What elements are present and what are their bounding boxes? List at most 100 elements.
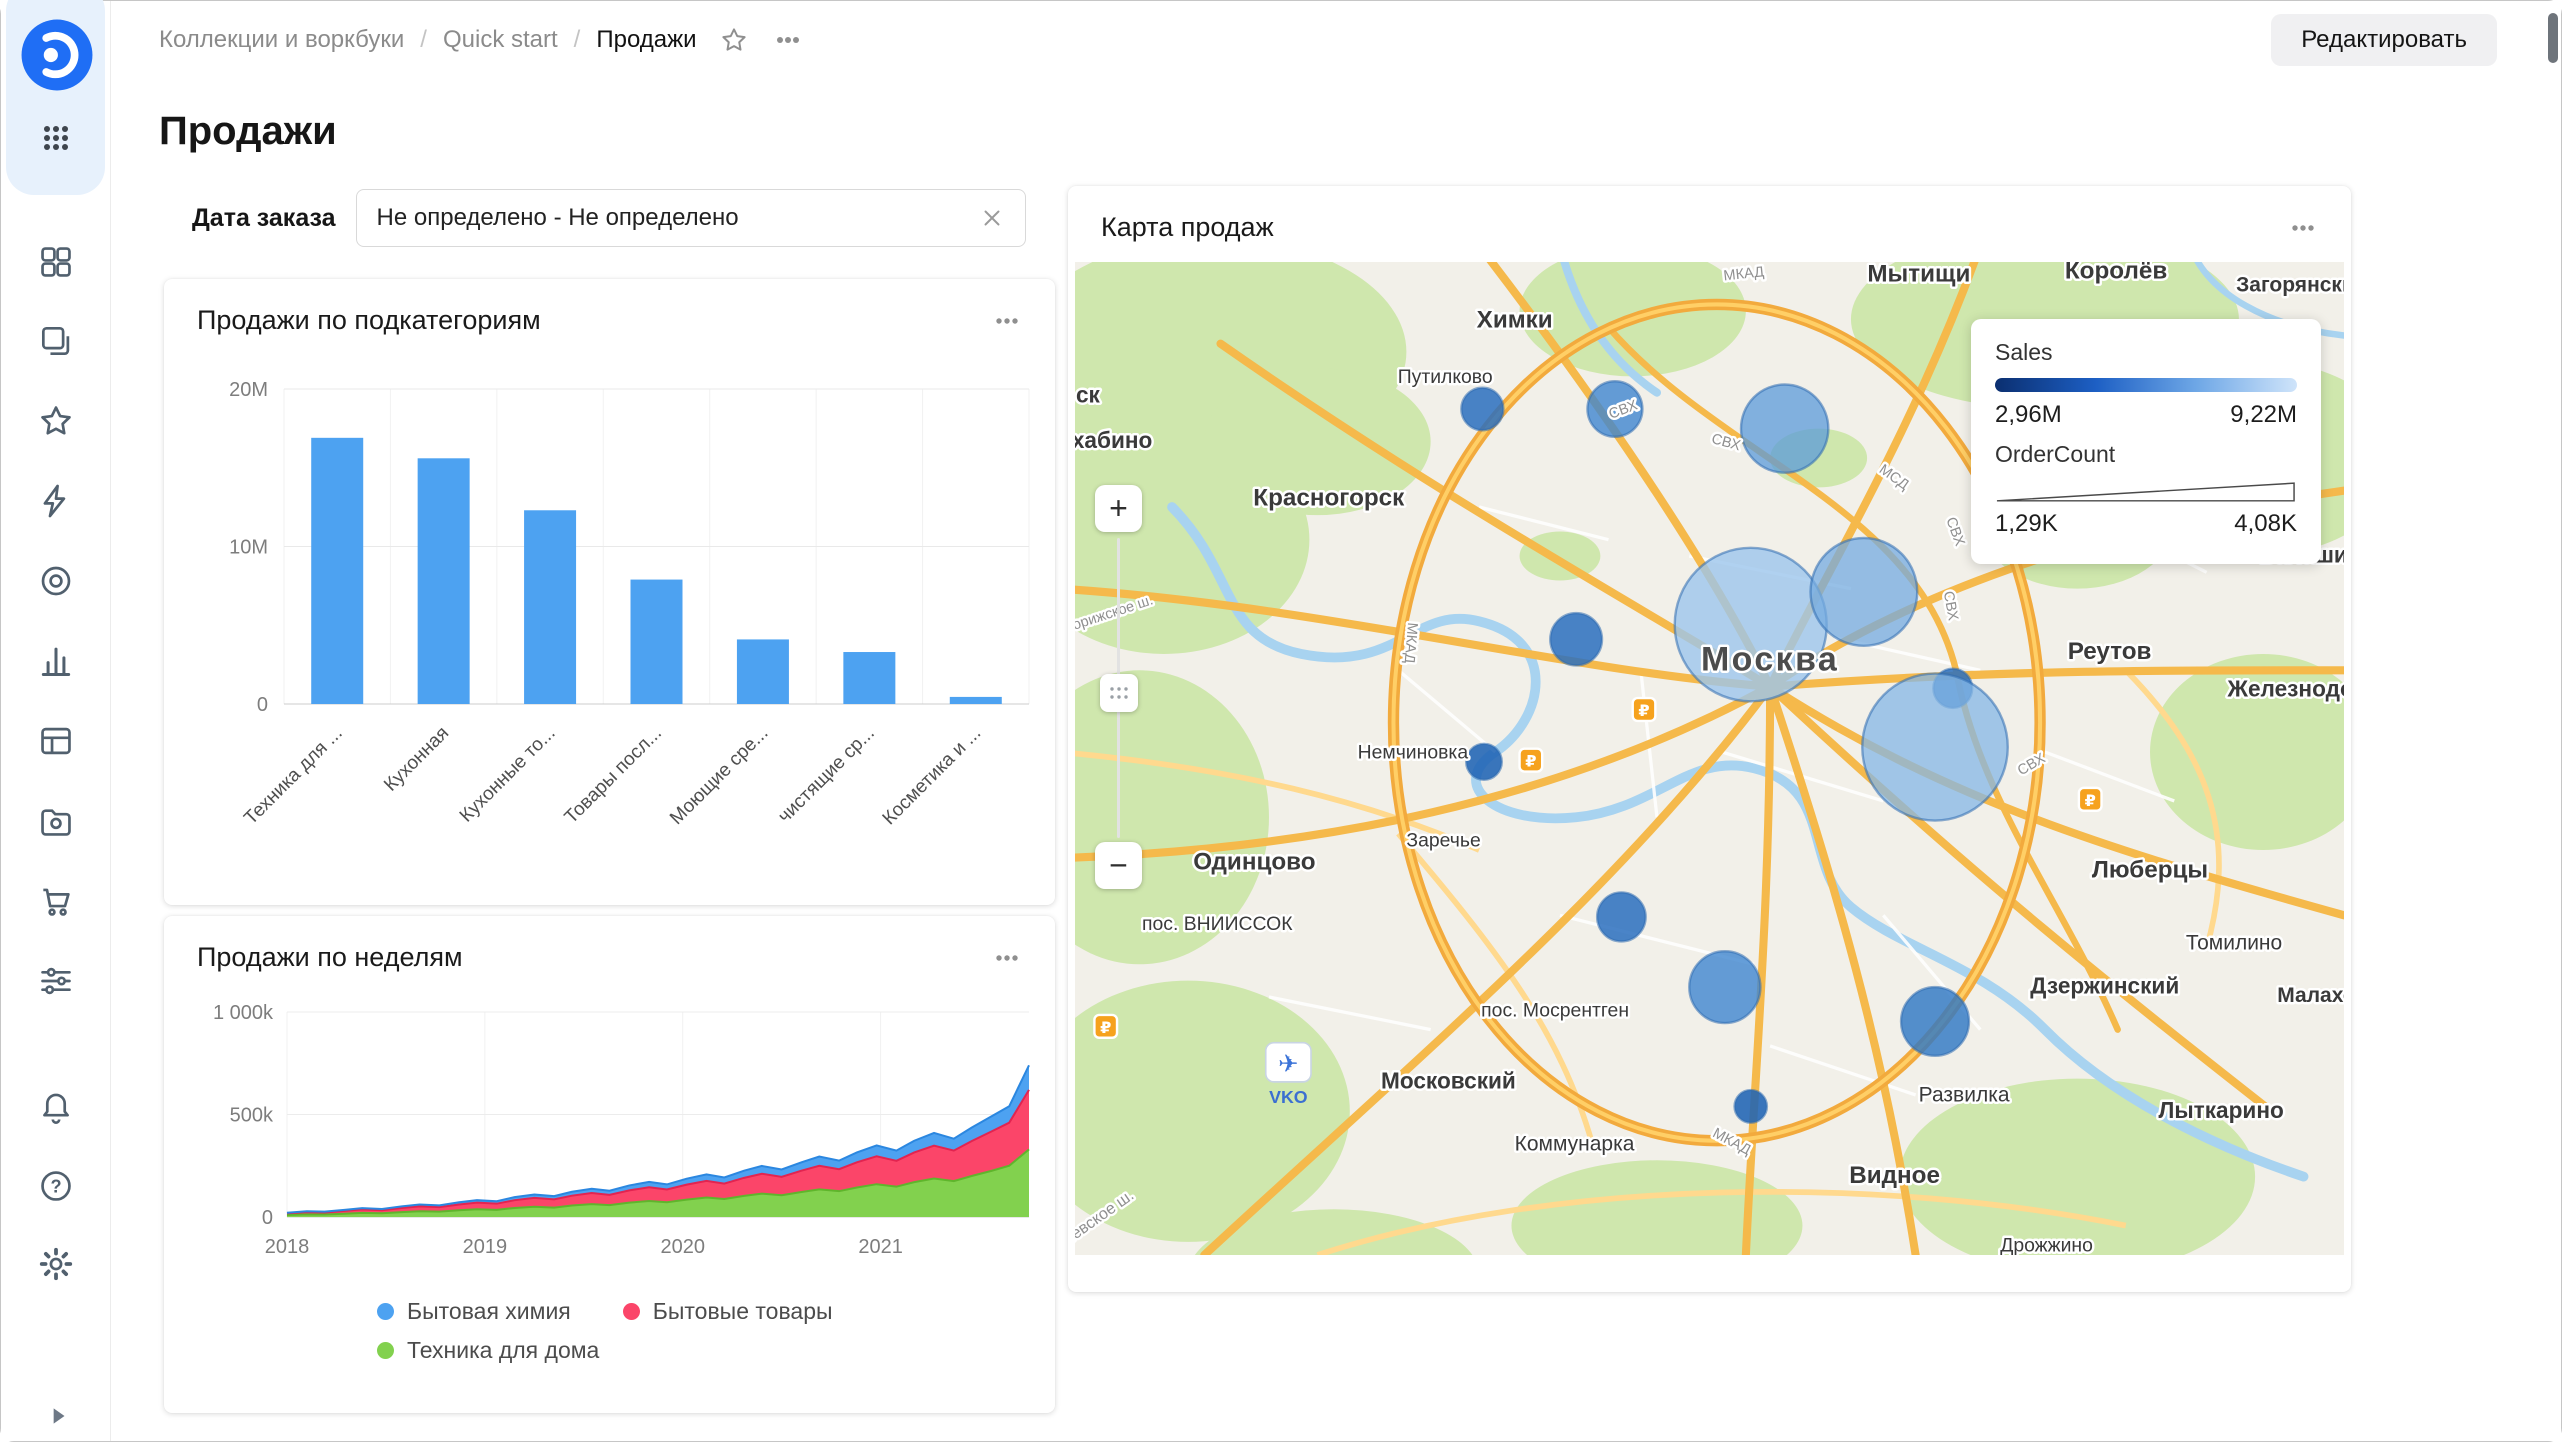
- map-place-label: Железнодо: [2227, 675, 2344, 701]
- sidebar-icon-charts[interactable]: [37, 642, 75, 680]
- bar[interactable]: [311, 438, 363, 704]
- map-place-label: Развилка: [1919, 1083, 2010, 1106]
- dashboard-content: Продажи Дата заказа Не определено - Не о…: [111, 79, 2561, 1441]
- widget-title: Продажи по неделям: [197, 942, 463, 973]
- map-bubble[interactable]: [1689, 951, 1760, 1023]
- sales-legend-label: Sales: [1995, 339, 2297, 366]
- ordercount-legend-label: OrderCount: [1995, 441, 2297, 468]
- widget-menu-icon[interactable]: [992, 308, 1022, 334]
- map-bubble[interactable]: [1901, 987, 1969, 1056]
- bar[interactable]: [950, 697, 1002, 704]
- map-place-label: Дрожжино: [2000, 1235, 2093, 1255]
- svg-text:₽: ₽: [2085, 792, 2096, 810]
- map-bubble[interactable]: [1597, 892, 1645, 941]
- map-place-label: Томилино: [2186, 931, 2282, 954]
- bar[interactable]: [737, 639, 789, 704]
- widget-menu-icon[interactable]: [2288, 215, 2318, 241]
- breadcrumb: Коллекции и воркбуки / Quick start / Про…: [159, 26, 697, 54]
- zoom-out-button[interactable]: −: [1095, 842, 1142, 889]
- bar-category-label: Кухонная: [380, 723, 453, 796]
- edit-button[interactable]: Редактировать: [2271, 14, 2497, 66]
- map-place-label: Коммунарка: [1515, 1132, 1635, 1155]
- date-filter-input[interactable]: Не определено - Не определено: [356, 189, 1026, 247]
- widget-title: Карта продаж: [1101, 212, 1274, 243]
- map-place-label: Немчиновка: [1358, 741, 1469, 763]
- bar-category-label: Кухонные то...: [456, 723, 560, 827]
- zoom-in-button[interactable]: +: [1095, 485, 1142, 532]
- map-canvas[interactable]: ₽₽₽₽✈VKOМытищиКоролёвЗагорянскиМКАДХимки…: [1075, 262, 2344, 1255]
- bar[interactable]: [524, 510, 576, 704]
- more-menu-icon[interactable]: [771, 25, 805, 55]
- sidebar-icon-services[interactable]: [37, 962, 75, 1000]
- widget-title: Продажи по подкатегориям: [197, 305, 541, 336]
- svg-text:VKO: VKO: [1269, 1087, 1308, 1107]
- sidebar-icon-favorites[interactable]: [37, 402, 75, 440]
- zoom-handle[interactable]: [1100, 674, 1138, 712]
- sidebar-icon-datasets[interactable]: [37, 722, 75, 760]
- widget-menu-icon[interactable]: [992, 945, 1022, 971]
- airport-marker-vko[interactable]: ✈VKO: [1266, 1043, 1311, 1107]
- map-place-label: Путилково: [1398, 366, 1493, 388]
- map-place-label: Реутов: [2068, 638, 2152, 665]
- map-place-label: Видное: [1849, 1162, 1940, 1189]
- favorite-star-icon[interactable]: [719, 25, 749, 55]
- map-bubble[interactable]: [1735, 1090, 1767, 1123]
- sidebar-collapse-button[interactable]: [45, 1403, 71, 1429]
- map-bubble[interactable]: [1550, 613, 1602, 665]
- sidebar-icon-collections[interactable]: [37, 243, 75, 281]
- sidebar-icon-settings[interactable]: [37, 1245, 75, 1283]
- sidebar-icon-storage[interactable]: [37, 802, 75, 840]
- sidebar-icon-help[interactable]: ?: [37, 1167, 75, 1205]
- ordercount-max: 4,08K: [2234, 510, 2297, 538]
- bar[interactable]: [843, 652, 895, 704]
- breadcrumb-separator: /: [420, 26, 427, 54]
- sales-min: 2,96M: [1995, 401, 2062, 429]
- breadcrumb-workbook[interactable]: Quick start: [443, 26, 558, 54]
- svg-text:2018: 2018: [265, 1236, 310, 1258]
- bar-category-label: Товары посл...: [561, 723, 666, 828]
- map-place-label: Заречье: [1406, 830, 1480, 852]
- datalens-logo[interactable]: [20, 18, 94, 92]
- page-title: Продажи: [159, 109, 337, 154]
- bar-category-label: Моющие сре...: [666, 723, 772, 829]
- map-bubble[interactable]: [1862, 674, 2007, 821]
- bar[interactable]: [418, 458, 470, 704]
- sidebar-icon-notifications[interactable]: [37, 1087, 75, 1125]
- sidebar-icon-workbooks[interactable]: [37, 322, 75, 360]
- svg-text:0: 0: [257, 694, 268, 716]
- map-place-label: пос. ВНИИССОК: [1142, 913, 1293, 935]
- svg-text:₽: ₽: [1638, 702, 1649, 720]
- apps-grid-icon[interactable]: [38, 120, 74, 156]
- scrollbar-thumb[interactable]: [2548, 13, 2558, 63]
- map-bubble[interactable]: [1741, 384, 1828, 472]
- map-bubble[interactable]: [1811, 538, 1918, 646]
- widget-sales-by-subcategory: Продажи по подкатегориям 010M20MТехника …: [164, 279, 1055, 905]
- map-legend: Sales 2,96M 9,22M OrderCount 1,29K 4,08K: [1971, 319, 2321, 564]
- sidebar: ?: [1, 1, 111, 1441]
- sidebar-icon-connections[interactable]: [37, 562, 75, 600]
- legend-dot: [377, 1342, 394, 1359]
- svg-text:0: 0: [262, 1207, 273, 1229]
- bar-category-label: Техника для ...: [240, 723, 346, 829]
- sidebar-icon-marketplace[interactable]: [37, 882, 75, 920]
- clear-filter-icon[interactable]: [979, 205, 1005, 231]
- svg-text:500k: 500k: [230, 1105, 274, 1127]
- toll-road-marker: ₽: [1094, 1015, 1117, 1038]
- breadcrumb-collections[interactable]: Коллекции и воркбуки: [159, 26, 404, 54]
- legend-dot: [377, 1303, 394, 1320]
- breadcrumb-separator: /: [574, 26, 581, 54]
- legend-item[interactable]: Бытовые товары: [623, 1298, 833, 1325]
- svg-text:2021: 2021: [858, 1236, 903, 1258]
- legend-item[interactable]: Техника для дома: [377, 1337, 599, 1364]
- date-filter-value: Не определено - Не определено: [377, 204, 739, 232]
- bar[interactable]: [631, 580, 683, 704]
- area-chart: 20182019202020210500k1 000k: [180, 996, 1040, 1286]
- map-place-label: Москва: [1701, 640, 1839, 678]
- map-bubble[interactable]: [1466, 744, 1502, 780]
- legend-label: Бытовая химия: [407, 1298, 571, 1325]
- map-bubble[interactable]: [1461, 388, 1503, 430]
- svg-text:₽: ₽: [1525, 753, 1536, 771]
- sidebar-icon-editor[interactable]: [37, 482, 75, 520]
- toll-road-marker: ₽: [1633, 698, 1656, 721]
- legend-item[interactable]: Бытовая химия: [377, 1298, 571, 1325]
